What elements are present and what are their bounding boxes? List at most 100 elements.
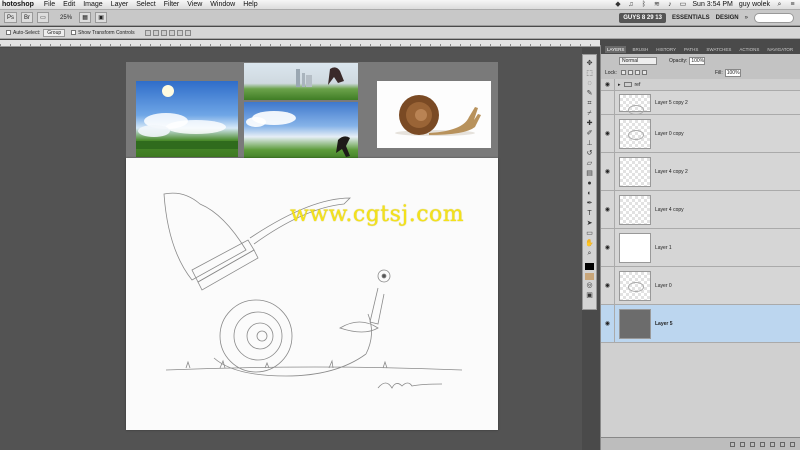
gradient-tool-icon[interactable]: ▤ [584,169,595,178]
search-input[interactable] [754,12,794,23]
crop-tool-icon[interactable]: ⌗ [584,99,595,108]
wifi-icon[interactable]: ≋ [653,1,660,8]
layer-row-selected[interactable]: ◉ Layer 5 [601,305,800,343]
menu-filter[interactable]: Filter [160,1,184,8]
workspace-design[interactable]: DESIGN [716,15,739,21]
layer-style-icon[interactable] [740,441,745,447]
reference-photo-jump[interactable] [244,102,358,162]
background-color-swatch[interactable] [585,273,594,280]
shape-tool-icon[interactable]: ▭ [584,229,595,238]
eraser-tool-icon[interactable]: ▱ [584,159,595,168]
spotlight-icon[interactable]: ⌕ [776,1,783,8]
lasso-tool-icon[interactable]: ◌ [584,79,595,88]
lock-pixels-icon[interactable] [627,70,633,75]
menu-view[interactable]: View [183,1,206,8]
bluetooth-icon[interactable]: ᛒ [640,1,647,8]
auto-select-dropdown[interactable]: Group [43,28,66,37]
align-center-icon[interactable] [176,29,183,36]
foreground-color-swatch[interactable] [585,263,594,270]
marquee-tool-icon[interactable]: ⬚ [584,69,595,78]
adjustment-layer-icon[interactable] [760,441,765,447]
blur-tool-icon[interactable]: ● [584,179,595,188]
reference-photo-city-girl[interactable] [244,63,358,100]
brush-tool-icon[interactable]: ✐ [584,129,595,138]
horizontal-ruler[interactable] [0,40,600,47]
layer-row[interactable]: ◉ Layer 0 copy [601,115,800,153]
headphones-icon[interactable]: ♫ [627,1,634,8]
screen-mode-button[interactable]: ▣ [95,12,108,23]
menu-select[interactable]: Select [132,1,159,8]
layer-row[interactable]: ◉ Layer 4 copy 2 [601,153,800,191]
menu-edit[interactable]: Edit [59,1,79,8]
pen-tool-icon[interactable]: ✒ [584,199,595,208]
workspace-more-icon[interactable]: » [745,15,748,21]
disclosure-triangle-icon[interactable]: ▸ [618,82,621,88]
app-menu[interactable]: hotoshop [0,1,40,8]
link-layers-icon[interactable] [730,441,735,447]
history-brush-tool-icon[interactable]: ↺ [584,149,595,158]
menu-file[interactable]: File [40,1,59,8]
new-layer-icon[interactable] [780,441,785,447]
blend-mode-dropdown[interactable]: Normal [619,56,657,65]
eye-icon[interactable] [601,91,615,114]
move-tool-icon[interactable]: ✥ [584,59,595,68]
align-middle-icon[interactable] [152,29,159,36]
layer-row[interactable]: ◉ Layer 1 [601,229,800,267]
workspace-badge[interactable]: GUYS 8 29 13 [619,12,666,23]
trash-icon[interactable] [790,441,795,447]
eye-icon[interactable]: ◉ [601,79,615,90]
menu-image[interactable]: Image [79,1,106,8]
dropbox-icon[interactable]: ◆ [614,1,621,8]
clock[interactable]: Sun 3:54 PM [692,1,732,8]
tab-brush[interactable]: BRUSH [630,46,650,53]
battery-icon[interactable]: ▭ [679,1,687,8]
dodge-tool-icon[interactable]: ◐ [584,189,595,198]
add-mask-icon[interactable] [750,441,755,447]
reference-photo-sky[interactable] [136,81,238,157]
canvas-sketch[interactable] [126,158,498,430]
opacity-input[interactable]: 100% [689,56,706,65]
quick-mask-icon[interactable]: ◎ [584,281,595,290]
hand-tool-icon[interactable]: ✋ [584,239,595,248]
user-name[interactable]: guy wolek [739,1,770,8]
eye-icon[interactable]: ◉ [601,153,615,190]
bridge-button[interactable]: Br [21,12,34,23]
tab-layers[interactable]: LAYERS [605,46,627,53]
align-top-icon[interactable] [144,29,151,36]
align-left-icon[interactable] [168,29,175,36]
zoom-level[interactable]: 25% [57,15,75,21]
workspace-essentials[interactable]: ESSENTIALS [672,15,710,21]
tab-navigator[interactable]: NAVIGATOR [765,46,795,53]
arrange-documents-icon[interactable]: ▦ [79,12,92,23]
notifications-icon[interactable]: ≡ [789,1,796,8]
eye-icon[interactable]: ◉ [601,267,615,304]
menu-help[interactable]: Help [239,1,261,8]
lock-transparency-icon[interactable] [620,70,626,75]
tab-paths[interactable]: PATHS [682,46,700,53]
layer-row[interactable]: ◉ Layer 4 copy [601,191,800,229]
align-bottom-icon[interactable] [160,29,167,36]
tab-swatches[interactable]: SWATCHES [704,46,733,53]
eye-icon[interactable]: ◉ [601,191,615,228]
layer-group-ref[interactable]: ◉ ▸ ref [601,79,800,91]
quick-select-tool-icon[interactable]: ✎ [584,89,595,98]
healing-brush-tool-icon[interactable]: ✚ [584,119,595,128]
lock-all-icon[interactable] [641,70,647,75]
align-right-icon[interactable] [184,29,191,36]
path-selection-tool-icon[interactable]: ➤ [584,219,595,228]
layer-row[interactable]: ◉ Layer 0 [601,267,800,305]
eye-icon[interactable]: ◉ [601,115,615,152]
screen-mode-tool-icon[interactable]: ▣ [584,291,595,300]
eye-icon[interactable]: ◉ [601,305,615,342]
show-transform-checkbox[interactable] [71,30,77,35]
tab-actions[interactable]: ACTIONS [737,46,761,53]
eyedropper-tool-icon[interactable]: ⌿ [584,109,595,118]
lock-position-icon[interactable] [634,70,640,75]
menu-window[interactable]: Window [206,1,239,8]
auto-select-checkbox[interactable] [6,30,11,35]
ps-logo-button[interactable]: Ps [4,12,18,23]
new-group-icon[interactable] [770,441,775,447]
zoom-tool-icon[interactable]: ⌕ [584,249,595,258]
layer-row[interactable]: Layer 5 copy 2 [601,91,800,115]
type-tool-icon[interactable]: T [584,209,595,218]
